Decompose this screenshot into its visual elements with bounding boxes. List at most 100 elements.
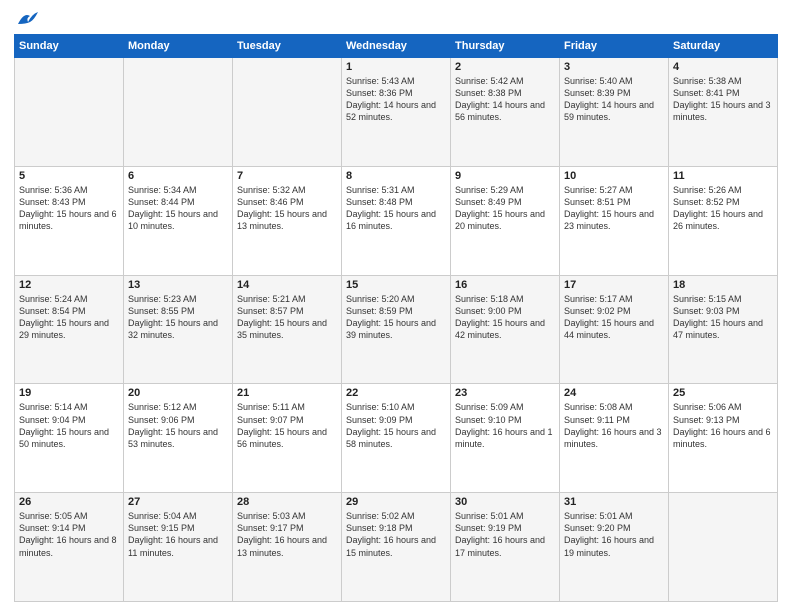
day-info: Sunrise: 5:09 AMSunset: 9:10 PMDaylight:… <box>455 401 555 450</box>
day-number: 12 <box>19 279 119 291</box>
sunset-text: Sunset: 8:52 PM <box>673 197 740 207</box>
sunset-text: Sunset: 9:14 PM <box>19 523 86 533</box>
sunset-text: Sunset: 9:06 PM <box>128 415 195 425</box>
day-number: 25 <box>673 387 773 399</box>
daylight-text: Daylight: 15 hours and 29 minutes. <box>19 318 109 340</box>
day-number: 27 <box>128 496 228 508</box>
daylight-text: Daylight: 14 hours and 52 minutes. <box>346 100 436 122</box>
sunrise-text: Sunrise: 5:18 AM <box>455 294 524 304</box>
sunset-text: Sunset: 9:02 PM <box>564 306 631 316</box>
day-number: 2 <box>455 61 555 73</box>
weekday-header-thursday: Thursday <box>451 35 560 58</box>
day-number: 21 <box>237 387 337 399</box>
logo-text <box>14 10 38 28</box>
sunrise-text: Sunrise: 5:02 AM <box>346 511 415 521</box>
day-info: Sunrise: 5:14 AMSunset: 9:04 PMDaylight:… <box>19 401 119 450</box>
sunset-text: Sunset: 9:17 PM <box>237 523 304 533</box>
logo-bird-icon <box>16 10 38 28</box>
day-info: Sunrise: 5:27 AMSunset: 8:51 PMDaylight:… <box>564 184 664 233</box>
sunrise-text: Sunrise: 5:38 AM <box>673 76 742 86</box>
calendar-cell: 17 Sunrise: 5:17 AMSunset: 9:02 PMDayligh… <box>560 275 669 384</box>
calendar-cell: 31Sunrise: 5:01 AMSunset: 9:20 PMDayligh… <box>560 493 669 602</box>
sunset-text: Sunset: 9:10 PM <box>455 415 522 425</box>
calendar-cell: 1Sunrise: 5:43 AMSunset: 8:36 PMDaylight… <box>342 58 451 167</box>
sunset-text: Sunset: 8:39 PM <box>564 88 631 98</box>
calendar-week-row: 19 Sunrise: 5:14 AMSunset: 9:04 PMDayligh… <box>15 384 778 493</box>
sunset-text: Sunset: 9:07 PM <box>237 415 304 425</box>
day-number: 24 <box>564 387 664 399</box>
day-number: 15 <box>346 279 446 291</box>
daylight-text: Daylight: 16 hours and 15 minutes. <box>346 535 436 557</box>
sunrise-text: Sunrise: 5:43 AM <box>346 76 415 86</box>
calendar-cell: 3Sunrise: 5:40 AMSunset: 8:39 PMDaylight… <box>560 58 669 167</box>
day-info: Sunrise: 5:15 AMSunset: 9:03 PMDaylight:… <box>673 293 773 342</box>
sunset-text: Sunset: 8:55 PM <box>128 306 195 316</box>
day-info: Sunrise: 5:38 AMSunset: 8:41 PMDaylight:… <box>673 75 773 124</box>
day-info: Sunrise: 5:24 AM Sunset: 8:54 PM Daylight:… <box>19 293 119 342</box>
calendar-cell: 9Sunrise: 5:29 AMSunset: 8:49 PMDaylight… <box>451 166 560 275</box>
sunset-text: Sunset: 8:54 PM <box>19 306 86 316</box>
sunset-text: Sunset: 9:00 PM <box>455 306 522 316</box>
sunrise-text: Sunrise: 5:31 AM <box>346 185 415 195</box>
day-info: Sunrise: 5:12 AMSunset: 9:06 PMDaylight:… <box>128 401 228 450</box>
calendar-cell <box>124 58 233 167</box>
daylight-text: Daylight: 15 hours and 6 minutes. <box>19 209 117 231</box>
day-number: 17 <box>564 279 664 291</box>
day-number: 9 <box>455 170 555 182</box>
day-number: 7 <box>237 170 337 182</box>
calendar-cell: 2 Sunrise: 5:42 AMSunset: 8:38 PMDaylight… <box>451 58 560 167</box>
day-number: 28 <box>237 496 337 508</box>
weekday-header-saturday: Saturday <box>669 35 778 58</box>
daylight-text: Daylight: 14 hours and 56 minutes. <box>455 100 545 122</box>
day-info: Sunrise: 5:32 AMSunset: 8:46 PMDaylight:… <box>237 184 337 233</box>
sunset-text: Sunset: 9:13 PM <box>673 415 740 425</box>
sunset-text: Sunset: 8:49 PM <box>455 197 522 207</box>
sunset-text: Sunset: 8:59 PM <box>346 306 413 316</box>
sunset-text: Sunset: 9:03 PM <box>673 306 740 316</box>
day-number: 26 <box>19 496 119 508</box>
day-number: 31 <box>564 496 664 508</box>
daylight-text: Daylight: 15 hours and 44 minutes. <box>564 318 654 340</box>
sunrise-text: Sunrise: 5:06 AM <box>673 402 742 412</box>
day-info: Sunrise: 5:34 AMSunset: 8:44 PMDaylight:… <box>128 184 228 233</box>
sunrise-text: Sunrise: 5:01 AM <box>455 511 524 521</box>
sunset-text: Sunset: 8:57 PM <box>237 306 304 316</box>
day-number: 23 <box>455 387 555 399</box>
day-number: 29 <box>346 496 446 508</box>
sunset-text: Sunset: 9:11 PM <box>564 415 630 425</box>
day-number: 19 <box>19 387 119 399</box>
sunrise-text: Sunrise: 5:24 AM <box>19 294 88 304</box>
sunrise-text: Sunrise: 5:42 AM <box>455 76 524 86</box>
sunrise-text: Sunrise: 5:01 AM <box>564 511 633 521</box>
calendar-cell: 20 Sunrise: 5:12 AMSunset: 9:06 PMDayligh… <box>124 384 233 493</box>
sunrise-text: Sunrise: 5:08 AM <box>564 402 633 412</box>
day-number: 20 <box>128 387 228 399</box>
sunrise-text: Sunrise: 5:36 AM <box>19 185 88 195</box>
calendar-cell: 29Sunrise: 5:02 AMSunset: 9:18 PMDayligh… <box>342 493 451 602</box>
day-info: Sunrise: 5:17 AMSunset: 9:02 PMDaylight:… <box>564 293 664 342</box>
sunrise-text: Sunrise: 5:32 AM <box>237 185 306 195</box>
day-info: Sunrise: 5:26 AMSunset: 8:52 PMDaylight:… <box>673 184 773 233</box>
sunrise-text: Sunrise: 5:40 AM <box>564 76 633 86</box>
day-number: 18 <box>673 279 773 291</box>
sunrise-text: Sunrise: 5:04 AM <box>128 511 197 521</box>
daylight-text: Daylight: 16 hours and 3 minutes. <box>564 427 662 449</box>
daylight-text: Daylight: 15 hours and 16 minutes. <box>346 209 436 231</box>
calendar-cell: 11Sunrise: 5:26 AMSunset: 8:52 PMDayligh… <box>669 166 778 275</box>
daylight-text: Daylight: 15 hours and 35 minutes. <box>237 318 327 340</box>
calendar-cell: 24 Sunrise: 5:08 AM Sunset: 9:11 PM Dayligh… <box>560 384 669 493</box>
calendar-cell <box>233 58 342 167</box>
sunset-text: Sunset: 9:15 PM <box>128 523 195 533</box>
daylight-text: Daylight: 15 hours and 50 minutes. <box>19 427 109 449</box>
daylight-text: Daylight: 15 hours and 56 minutes. <box>237 427 327 449</box>
sunrise-text: Sunrise: 5:34 AM <box>128 185 197 195</box>
day-info: Sunrise: 5:10 AMSunset: 9:09 PMDaylight:… <box>346 401 446 450</box>
day-info: Sunrise: 5:42 AMSunset: 8:38 PMDaylight:… <box>455 75 555 124</box>
sunset-text: Sunset: 9:04 PM <box>19 415 86 425</box>
weekday-header-monday: Monday <box>124 35 233 58</box>
calendar-cell: 19 Sunrise: 5:14 AMSunset: 9:04 PMDayligh… <box>15 384 124 493</box>
sunrise-text: Sunrise: 5:21 AM <box>237 294 306 304</box>
sunset-text: Sunset: 8:44 PM <box>128 197 195 207</box>
page: SundayMondayTuesdayWednesdayThursdayFrid… <box>0 0 792 612</box>
sunset-text: Sunset: 8:51 PM <box>564 197 631 207</box>
